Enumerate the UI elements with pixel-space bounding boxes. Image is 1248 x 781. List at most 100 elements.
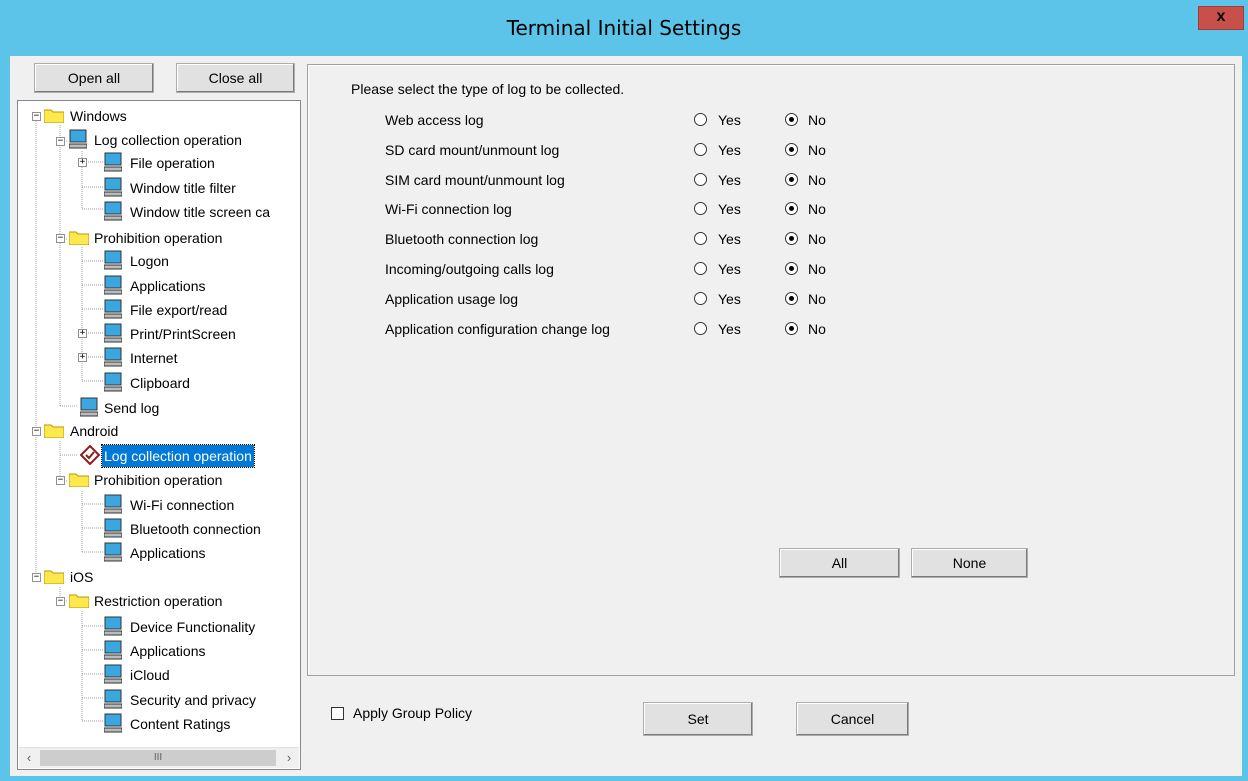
yes-radio-label: Yes	[718, 172, 741, 188]
yes-radio[interactable]	[694, 113, 707, 126]
no-radio[interactable]	[785, 113, 798, 126]
collapse-toggle[interactable]: −	[32, 427, 41, 436]
yes-radio[interactable]	[694, 262, 707, 275]
log-option-label: Application configuration change log	[385, 321, 610, 337]
tree-item-label: Restriction operation	[94, 593, 223, 609]
tree-item-label: iOS	[70, 569, 94, 585]
tree-item-label: Logon	[130, 253, 169, 269]
computer-icon	[103, 518, 123, 538]
computer-icon	[103, 542, 123, 562]
tree-item-label: Clipboard	[130, 375, 190, 391]
yes-radio-label: Yes	[718, 291, 741, 307]
tree-item-label: Log collection operation	[101, 444, 255, 468]
tree-item-label: Windows	[70, 108, 127, 124]
yes-radio-label: Yes	[718, 261, 741, 277]
tree-item-label: File export/read	[130, 302, 228, 318]
tree-item-label: Internet	[130, 350, 178, 366]
computer-icon	[103, 275, 123, 295]
computer-icon	[103, 640, 123, 660]
no-radio[interactable]	[785, 173, 798, 186]
yes-radio[interactable]	[694, 202, 707, 215]
collapse-toggle[interactable]: −	[56, 137, 65, 146]
log-option-label: Application usage log	[385, 291, 519, 307]
folder-icon	[43, 108, 65, 124]
log-option-label: SIM card mount/unmount log	[385, 172, 565, 188]
no-radio[interactable]	[785, 143, 798, 156]
close-all-button[interactable]: Close all	[176, 63, 295, 93]
log-option-row: Incoming/outgoing calls log Yes No	[385, 258, 845, 280]
log-option-row: Bluetooth connection log Yes No	[385, 228, 845, 250]
no-radio[interactable]	[785, 292, 798, 305]
folder-icon	[68, 593, 90, 609]
yes-radio[interactable]	[694, 232, 707, 245]
all-button[interactable]: All	[779, 548, 900, 578]
horizontal-scrollbar[interactable]: ‹ III ›	[19, 747, 299, 768]
window-title: Terminal Initial Settings	[506, 16, 742, 40]
yes-radio[interactable]	[694, 322, 707, 335]
computer-icon	[103, 689, 123, 709]
no-radio-label: No	[808, 261, 826, 277]
yes-radio[interactable]	[694, 143, 707, 156]
collapse-toggle[interactable]: −	[56, 597, 65, 606]
expand-toggle[interactable]: +	[78, 329, 87, 338]
no-radio-label: No	[808, 321, 826, 337]
computer-icon	[103, 664, 123, 684]
log-option-label: Wi-Fi connection log	[385, 201, 512, 217]
collapse-toggle[interactable]: −	[56, 476, 65, 485]
tree-item-label: Log collection operation	[94, 132, 242, 148]
scroll-left-icon[interactable]: ‹	[19, 748, 39, 768]
log-option-row: SD card mount/unmount log Yes No	[385, 139, 845, 161]
close-button[interactable]: x	[1198, 6, 1244, 30]
apply-group-policy-checkbox[interactable]	[331, 707, 344, 720]
tree-item-label: Prohibition operation	[94, 230, 223, 246]
no-radio[interactable]	[785, 202, 798, 215]
tree-item-label: Content Ratings	[130, 716, 231, 732]
computer-icon	[103, 323, 123, 343]
tree-item-label: Wi-Fi connection	[130, 497, 235, 513]
open-all-button[interactable]: Open all	[34, 63, 154, 93]
no-radio-label: No	[808, 201, 826, 217]
tree-item-label: Print/PrintScreen	[130, 326, 236, 342]
tree-item-label: File operation	[130, 155, 215, 171]
yes-radio[interactable]	[694, 173, 707, 186]
log-option-label: Web access log	[385, 112, 484, 128]
computer-icon	[103, 299, 123, 319]
cancel-button[interactable]: Cancel	[796, 702, 909, 736]
tree-item-label: Device Functionality	[130, 619, 256, 635]
computer-icon	[103, 494, 123, 514]
expand-toggle[interactable]: +	[78, 158, 87, 167]
log-option-row: Application usage log Yes No	[385, 288, 845, 310]
apply-group-policy-label: Apply Group Policy	[353, 705, 473, 721]
collapse-toggle[interactable]: −	[56, 234, 65, 243]
computer-icon	[103, 713, 123, 733]
no-radio[interactable]	[785, 262, 798, 275]
tree-item-label: Send log	[104, 400, 160, 416]
no-radio[interactable]	[785, 322, 798, 335]
scroll-thumb[interactable]: III	[40, 750, 276, 766]
computer-icon	[103, 372, 123, 392]
collapse-toggle[interactable]: −	[32, 573, 41, 582]
scroll-right-icon[interactable]: ›	[279, 748, 299, 768]
yes-radio[interactable]	[694, 292, 707, 305]
yes-radio-label: Yes	[718, 201, 741, 217]
no-radio[interactable]	[785, 232, 798, 245]
yes-radio-label: Yes	[718, 112, 741, 128]
log-option-label: Incoming/outgoing calls log	[385, 261, 554, 277]
log-option-label: SD card mount/unmount log	[385, 142, 560, 158]
tree-item-label: Bluetooth connection	[130, 521, 261, 537]
dialog-window: Terminal Initial Settings x Open all Clo…	[0, 0, 1248, 781]
log-option-row: Wi-Fi connection log Yes No	[385, 198, 845, 220]
set-button[interactable]: Set	[643, 702, 753, 736]
yes-radio-label: Yes	[718, 321, 741, 337]
settings-tree[interactable]: − Windows − Log collection operation + F…	[17, 100, 301, 770]
yes-radio-label: Yes	[718, 231, 741, 247]
folder-icon	[68, 230, 90, 246]
settings-diamond-icon	[79, 444, 101, 466]
title-bar[interactable]: Terminal Initial Settings x	[0, 0, 1248, 56]
expand-toggle[interactable]: +	[78, 353, 87, 362]
panel-prompt: Please select the type of log to be coll…	[351, 81, 625, 97]
tree-item-label: iCloud	[130, 667, 170, 683]
tree-item-label: Security and privacy	[130, 692, 257, 708]
none-button[interactable]: None	[911, 548, 1028, 578]
collapse-toggle[interactable]: −	[32, 112, 41, 121]
